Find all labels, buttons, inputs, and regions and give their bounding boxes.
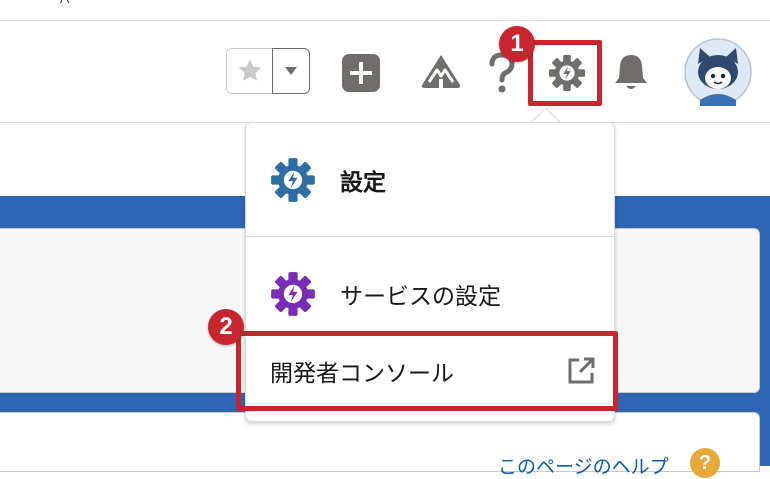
global-actions-button[interactable] (340, 52, 382, 94)
callout-badge-1: 1 (499, 26, 535, 62)
favorites-dropdown-button[interactable] (272, 48, 310, 94)
callout-badge-2: 2 (208, 309, 244, 345)
menu-item-setup[interactable]: 設定 (270, 150, 386, 210)
header-divider (0, 20, 770, 21)
callout-box-developer-console (236, 331, 618, 411)
help-badge[interactable]: ? (690, 448, 720, 478)
avatar-icon (684, 38, 752, 106)
star-icon (238, 59, 261, 81)
setup-gear-icon (271, 158, 315, 202)
trailhead-button[interactable] (418, 50, 464, 94)
menu-item-label: サービスの設定 (340, 283, 501, 309)
favorites-star-button[interactable] (226, 48, 272, 94)
menu-item-service-setup[interactable]: サービスの設定 (270, 264, 501, 324)
bell-icon (615, 55, 647, 89)
notifications-button[interactable] (612, 50, 650, 94)
service-setup-gear-icon (271, 272, 315, 316)
user-avatar-button[interactable] (684, 38, 752, 106)
chevron-down-icon (285, 67, 297, 75)
add-icon (342, 54, 380, 92)
truncated-page-text: A (60, 0, 69, 6)
trailhead-icon (421, 55, 461, 88)
menu-divider (246, 236, 614, 237)
menu-item-label: 設定 (340, 169, 386, 195)
favorites-group (226, 48, 310, 94)
callout-box-setup (528, 40, 602, 106)
